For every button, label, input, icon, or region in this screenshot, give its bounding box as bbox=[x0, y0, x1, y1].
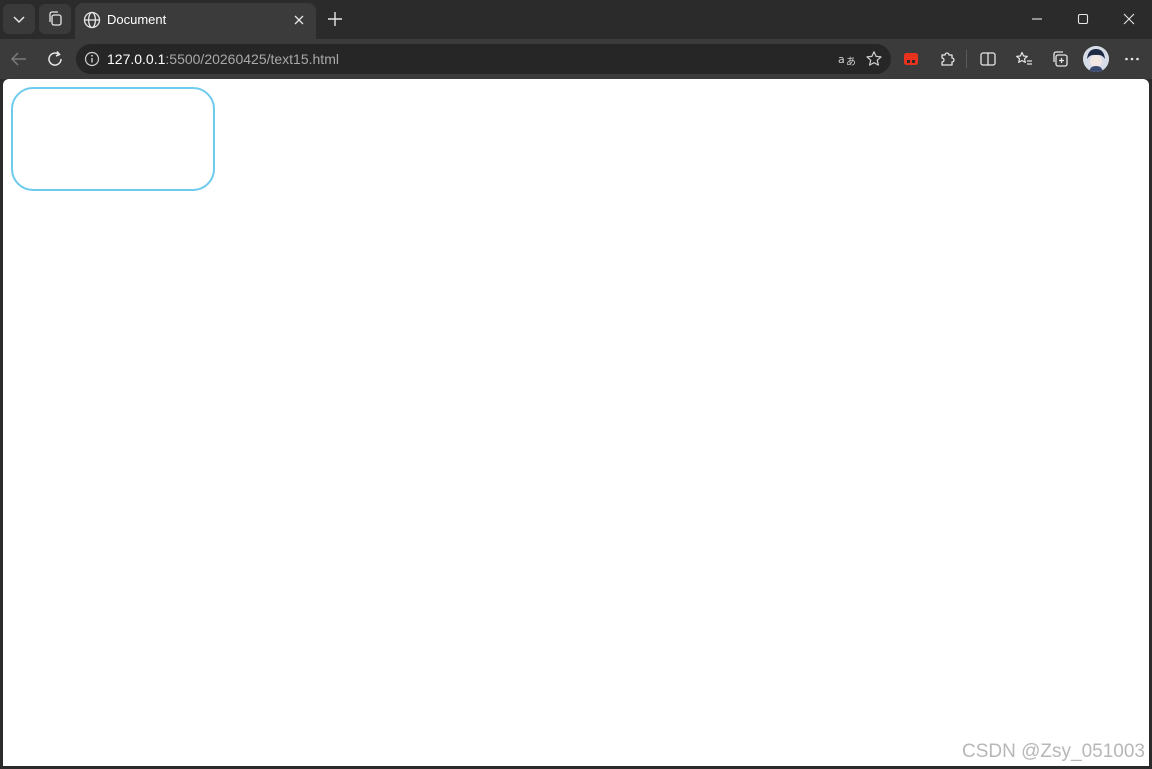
translate-button[interactable]: a あ bbox=[837, 50, 857, 68]
extension-red-button[interactable] bbox=[898, 47, 924, 71]
back-button[interactable] bbox=[6, 47, 32, 71]
rounded-box bbox=[11, 87, 215, 191]
refresh-button[interactable] bbox=[42, 47, 68, 71]
collections-button[interactable] bbox=[1047, 47, 1073, 71]
new-tab-button[interactable] bbox=[322, 6, 348, 32]
url-host: 127.0.0.1 bbox=[107, 51, 166, 67]
maximize-icon bbox=[1077, 13, 1089, 25]
tab-document[interactable]: Document bbox=[75, 3, 316, 39]
chevron-down-icon bbox=[13, 16, 25, 24]
page-viewport: CSDN @Zsy_051003 bbox=[3, 79, 1149, 766]
minimize-button[interactable] bbox=[1014, 0, 1060, 38]
favorites-list-icon bbox=[1016, 51, 1032, 65]
workspaces-icon bbox=[49, 11, 62, 26]
split-screen-button[interactable] bbox=[975, 47, 1001, 71]
toolbar-divider bbox=[966, 50, 967, 68]
svg-text:a: a bbox=[838, 53, 845, 66]
address-bar[interactable]: 127.0.0.1:5500/20260425/text15.html a あ bbox=[76, 44, 891, 74]
globe-icon bbox=[83, 11, 101, 29]
profile-avatar-icon bbox=[1083, 46, 1109, 72]
close-icon bbox=[1123, 13, 1135, 25]
browser-window: Document 127.0.0.1:5500/20260425/text15.… bbox=[0, 0, 1152, 769]
avatar[interactable] bbox=[1083, 46, 1109, 72]
tab-strip: Document bbox=[0, 0, 1152, 39]
star-icon bbox=[866, 51, 882, 66]
navigation-toolbar: 127.0.0.1:5500/20260425/text15.html a あ bbox=[0, 39, 1152, 79]
refresh-icon bbox=[48, 51, 62, 66]
back-arrow-icon bbox=[10, 52, 26, 66]
close-tab-button[interactable] bbox=[290, 11, 308, 29]
maximize-button[interactable] bbox=[1060, 0, 1106, 38]
close-window-button[interactable] bbox=[1106, 0, 1152, 38]
plus-icon bbox=[328, 12, 342, 26]
minimize-icon bbox=[1032, 18, 1042, 20]
translate-icon: a あ bbox=[838, 53, 856, 67]
url-text[interactable]: 127.0.0.1:5500/20260425/text15.html bbox=[107, 51, 339, 67]
workspaces-button[interactable] bbox=[39, 4, 71, 34]
collections-icon bbox=[1053, 51, 1068, 67]
svg-text:あ: あ bbox=[846, 56, 856, 67]
tab-title: Document bbox=[107, 12, 167, 27]
favorite-button[interactable] bbox=[864, 50, 884, 68]
favorites-button[interactable] bbox=[1011, 47, 1037, 71]
extensions-button[interactable] bbox=[934, 47, 960, 71]
close-icon bbox=[294, 15, 304, 25]
extension-icon bbox=[904, 53, 918, 65]
more-icon bbox=[1125, 57, 1139, 61]
more-button[interactable] bbox=[1119, 47, 1145, 71]
tab-actions-button[interactable] bbox=[3, 4, 35, 34]
split-screen-icon bbox=[980, 52, 996, 66]
url-path: :5500/20260425/text15.html bbox=[165, 51, 339, 67]
info-icon[interactable] bbox=[84, 51, 100, 67]
puzzle-icon bbox=[941, 52, 955, 66]
watermark: CSDN @Zsy_051003 bbox=[962, 741, 1145, 762]
